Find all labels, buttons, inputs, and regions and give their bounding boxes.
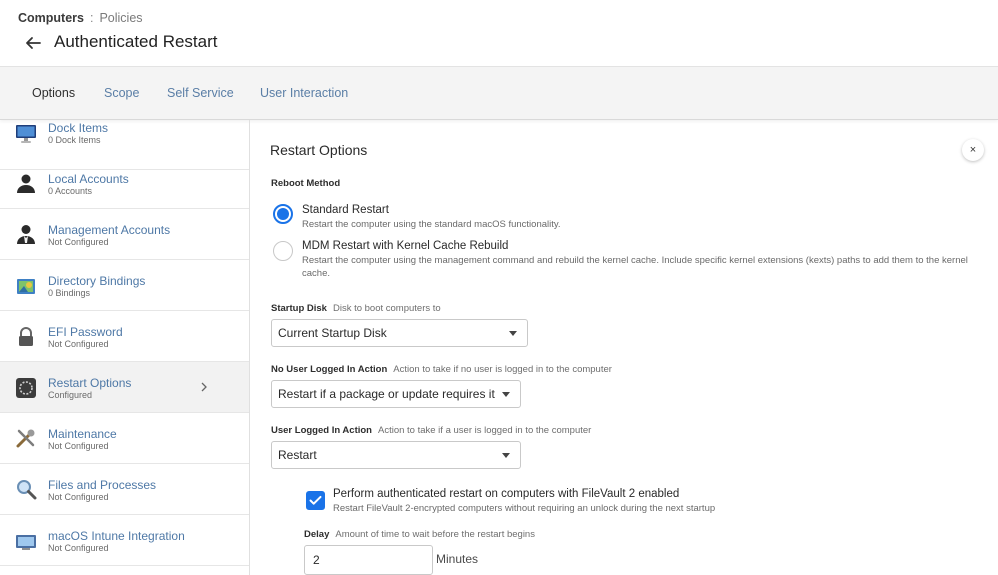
sidebar-item-title: Management Accounts [48, 223, 171, 237]
sidebar-item-status: Not Configured [48, 492, 109, 502]
delay-label: Delay Amount of time to wait before the r… [304, 529, 535, 540]
delay-label-text: Delay [304, 529, 330, 540]
reboot-method-label: Reboot Method [271, 178, 341, 189]
back-arrow-icon[interactable] [24, 34, 42, 52]
sidebar-item-status: 0 Bindings [48, 288, 91, 298]
no-user-action-label: No User Logged In Action Action to take i… [271, 364, 612, 375]
radio-standard-restart[interactable] [273, 204, 293, 224]
sidebar-item-maintenance[interactable]: Maintenance Not Configured [0, 413, 249, 464]
breadcrumb-policies[interactable]: Policies [99, 11, 142, 25]
page-header: Computers : Policies Authenticated Resta… [0, 0, 998, 66]
filevault-title: Perform authenticated restart on compute… [333, 488, 680, 500]
monitor-icon [16, 125, 36, 143]
startup-disk-select[interactable]: Current Startup Disk [271, 319, 528, 347]
checkmark-icon [309, 495, 322, 505]
radio-mdm-restart[interactable] [273, 241, 293, 261]
directory-icon [17, 279, 35, 294]
sidebar-item-efi-password[interactable]: EFI Password Not Configured [0, 311, 249, 362]
sidebar-item-title: macOS Intune Integration [48, 529, 185, 543]
startup-disk-value: Current Startup Disk [278, 326, 387, 340]
user-icon [17, 174, 35, 193]
chevron-right-icon [201, 382, 207, 392]
section-title: Restart Options [270, 142, 368, 158]
sidebar-item-macos-intune-integration[interactable]: macOS Intune Integration Not Configured [0, 515, 249, 566]
sidebar-item-title: Dock Items [48, 121, 109, 135]
intune-icon [16, 535, 36, 550]
page-title: Authenticated Restart [54, 32, 218, 51]
sidebar-item-local-accounts[interactable]: Local Accounts 0 Accounts [0, 158, 249, 209]
sidebar-item-title: Maintenance [48, 427, 117, 441]
standard-restart-desc: Restart the computer using the standard … [302, 219, 561, 230]
tools-icon [16, 429, 35, 448]
no-user-action-desc: Action to take if no user is logged in t… [393, 364, 612, 375]
tab-user-interaction[interactable]: User Interaction [260, 86, 348, 100]
user-action-select[interactable]: Restart [271, 441, 521, 469]
sidebar-item-title: Restart Options [48, 376, 132, 390]
filevault-desc: Restart FileVault 2-encrypted computers … [333, 503, 716, 514]
sidebar-item-status: 0 Dock Items [48, 135, 101, 145]
filevault-checkbox[interactable] [306, 491, 325, 510]
user-action-label: User Logged In Action Action to take if a… [271, 425, 591, 436]
tab-scope[interactable]: Scope [104, 86, 139, 100]
delay-input[interactable]: 2 [304, 545, 433, 575]
sidebar: Dock Items 0 Dock Items Local Accounts 0… [0, 120, 250, 575]
no-user-action-select[interactable]: Restart if a package or update requires … [271, 380, 521, 408]
startup-disk-label: Startup Disk Disk to boot computers to [271, 303, 441, 314]
sidebar-item-directory-bindings[interactable]: Directory Bindings 0 Bindings [0, 260, 249, 311]
sidebar-item-status: Not Configured [48, 543, 109, 553]
sidebar-item-status: Not Configured [48, 339, 109, 349]
delay-desc: Amount of time to wait before the restar… [335, 529, 535, 540]
chevron-down-icon [502, 453, 510, 458]
no-user-action-value: Restart if a package or update requires … [278, 387, 495, 401]
sidebar-item-files-and-processes[interactable]: Files and Processes Not Configured [0, 464, 249, 515]
close-button[interactable]: × [962, 139, 984, 161]
sidebar-item-status: Not Configured [48, 441, 109, 451]
mdm-restart-desc: Restart the computer using the managemen… [302, 255, 968, 279]
sidebar-item-title: Files and Processes [48, 478, 157, 492]
restart-options-panel: Restart Options × Reboot Method Standard… [250, 120, 998, 575]
chevron-down-icon [509, 331, 517, 336]
sidebar-item-title: EFI Password [48, 325, 123, 339]
tab-bar: Options Scope Self Service User Interact… [0, 66, 998, 120]
breadcrumb: Computers : Policies [18, 11, 143, 25]
standard-restart-title: Standard Restart [302, 204, 389, 216]
sidebar-item-title: Directory Bindings [48, 274, 146, 288]
sidebar-item-management-accounts[interactable]: Management Accounts Not Configured [0, 209, 249, 260]
lock-icon [19, 327, 33, 346]
startup-disk-desc: Disk to boot computers to [332, 303, 441, 314]
sidebar-item-status: 0 Accounts [48, 186, 93, 196]
admin-user-icon [17, 225, 35, 244]
sidebar-item-status: Configured [48, 390, 93, 400]
no-user-action-label-text: No User Logged In Action [271, 364, 388, 375]
magnifier-icon [17, 480, 37, 500]
user-action-label-text: User Logged In Action [271, 425, 372, 436]
tab-self-service[interactable]: Self Service [167, 86, 234, 100]
tab-options[interactable]: Options [32, 86, 75, 100]
user-action-value: Restart [278, 448, 317, 462]
startup-disk-label-text: Startup Disk [271, 303, 327, 314]
breadcrumb-separator: : [89, 11, 94, 25]
restart-icon [16, 378, 36, 398]
mdm-restart-title: MDM Restart with Kernel Cache Rebuild [302, 240, 509, 252]
sidebar-item-restart-options[interactable]: Restart Options Configured [0, 362, 249, 413]
delay-unit: Minutes [436, 552, 479, 566]
sidebar-item-title: Local Accounts [48, 172, 129, 186]
sidebar-item-status: Not Configured [48, 237, 109, 247]
chevron-down-icon [502, 392, 510, 397]
breadcrumb-computers[interactable]: Computers [18, 11, 84, 25]
user-action-desc: Action to take if a user is logged in to… [377, 425, 592, 436]
